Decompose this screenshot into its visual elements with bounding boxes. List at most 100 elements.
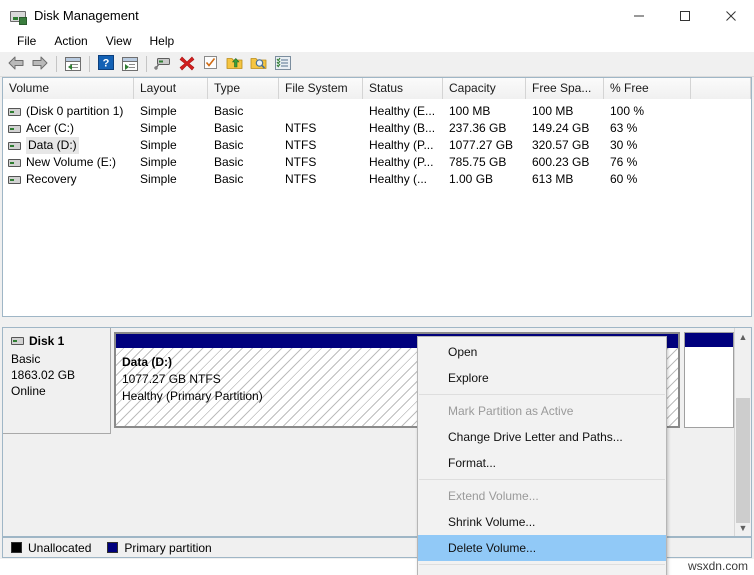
menu-item-file[interactable]: File <box>8 32 45 51</box>
volume-list-body: (Disk 0 partition 1) Simple Basic Health… <box>3 99 751 188</box>
forward-button[interactable] <box>28 53 51 75</box>
cell-percent-free: 63 % <box>604 120 691 137</box>
cell-free-space: 100 MB <box>526 103 604 120</box>
menu-item-help[interactable]: Help <box>141 32 184 51</box>
cell-file-system: NTFS <box>279 120 363 137</box>
column-header-free-space[interactable]: Free Spa... <box>526 78 604 99</box>
minimize-icon <box>633 10 645 22</box>
properties-button[interactable] <box>199 53 222 75</box>
close-icon <box>725 10 737 22</box>
cell-status: Healthy (B... <box>363 120 443 137</box>
menu-item-view[interactable]: View <box>97 32 141 51</box>
scrollbar-thumb[interactable] <box>736 398 750 523</box>
column-header-blank[interactable] <box>691 78 751 99</box>
context-menu-item-shrink-volume[interactable]: Shrink Volume... <box>418 509 666 535</box>
menu-item-action[interactable]: Action <box>45 32 96 51</box>
scroll-up-icon[interactable]: ▲ <box>735 328 751 345</box>
menu-bar: File Action View Help <box>0 31 754 52</box>
cell-capacity: 1077.27 GB <box>443 137 526 154</box>
toolbar-separator-2 <box>89 56 90 72</box>
context-menu-item-properties[interactable]: Properties <box>418 568 666 575</box>
column-header-capacity[interactable]: Capacity <box>443 78 526 99</box>
table-row[interactable]: Recovery Simple Basic NTFS Healthy (... … <box>3 171 751 188</box>
pane-splitter[interactable] <box>2 320 752 326</box>
delete-button[interactable] <box>175 53 198 75</box>
context-menu: Open Explore Mark Partition as Active Ch… <box>417 336 667 575</box>
delete-icon <box>179 55 195 74</box>
cell-free-space: 320.57 GB <box>526 137 604 154</box>
cell-layout: Simple <box>134 137 208 154</box>
legend-label-unallocated: Unallocated <box>28 541 91 555</box>
cell-type: Basic <box>208 137 279 154</box>
cell-status: Healthy (E... <box>363 103 443 120</box>
column-header-percent-free[interactable]: % Free <box>604 78 691 99</box>
column-header-type[interactable]: Type <box>208 78 279 99</box>
svg-text:?: ? <box>102 58 109 70</box>
table-row[interactable]: Acer (C:) Simple Basic NTFS Healthy (B..… <box>3 120 751 137</box>
back-button[interactable] <box>4 53 27 75</box>
maximize-button[interactable] <box>662 1 708 31</box>
context-menu-separator-3 <box>419 564 665 565</box>
cell-layout: Simple <box>134 171 208 188</box>
context-menu-item-explore[interactable]: Explore <box>418 365 666 391</box>
disk-management-window: Disk Management File Action View Help <box>0 0 754 575</box>
column-header-layout[interactable]: Layout <box>134 78 208 99</box>
cell-volume: Recovery <box>3 171 134 188</box>
context-menu-item-format[interactable]: Format... <box>418 450 666 476</box>
rescan-disks-button[interactable] <box>151 53 174 75</box>
cell-file-system: NTFS <box>279 137 363 154</box>
title-bar: Disk Management <box>0 0 754 31</box>
volume-icon <box>8 125 21 133</box>
cell-type: Basic <box>208 171 279 188</box>
details-button[interactable] <box>271 53 294 75</box>
cell-volume: Data (D:) <box>3 137 134 154</box>
disk-info-panel[interactable]: Disk 1 Basic 1863.02 GB Online <box>3 328 111 434</box>
cell-file-system: NTFS <box>279 171 363 188</box>
column-header-status[interactable]: Status <box>363 78 443 99</box>
disk-icon <box>11 337 24 345</box>
toolbar: ? <box>0 52 754 77</box>
export-list-icon <box>226 55 243 73</box>
minimize-button[interactable] <box>616 1 662 31</box>
close-button[interactable] <box>708 1 754 31</box>
context-menu-item-delete-volume[interactable]: Delete Volume... <box>418 535 666 561</box>
cell-capacity: 100 MB <box>443 103 526 120</box>
show-hide-action-pane-button[interactable] <box>118 53 141 75</box>
table-row[interactable]: New Volume (E:) Simple Basic NTFS Health… <box>3 154 751 171</box>
context-menu-item-extend-volume: Extend Volume... <box>418 483 666 509</box>
volume-icon <box>8 159 21 167</box>
table-row[interactable]: (Disk 0 partition 1) Simple Basic Health… <box>3 103 751 120</box>
graphical-view-scrollbar[interactable]: ▲ ▼ <box>734 328 751 536</box>
cell-status: Healthy (... <box>363 171 443 188</box>
show-hide-console-tree-button[interactable] <box>61 53 84 75</box>
scroll-down-icon[interactable]: ▼ <box>735 519 751 536</box>
maximize-icon <box>679 10 691 22</box>
column-header-volume[interactable]: Volume <box>3 78 134 99</box>
context-menu-item-open[interactable]: Open <box>418 339 666 365</box>
cell-type: Basic <box>208 154 279 171</box>
disk-status: Online <box>11 383 110 399</box>
partition-secondary[interactable] <box>684 332 734 428</box>
cell-percent-free: 60 % <box>604 171 691 188</box>
volume-list: Volume Layout Type File System Status Ca… <box>2 77 752 317</box>
properties-icon <box>203 55 218 73</box>
search-icon <box>250 55 267 73</box>
details-icon <box>275 56 291 73</box>
cell-free-space: 613 MB <box>526 171 604 188</box>
search-button[interactable] <box>247 53 270 75</box>
column-header-file-system[interactable]: File System <box>279 78 363 99</box>
show-hide-action-pane-icon <box>122 57 138 71</box>
help-button[interactable]: ? <box>94 53 117 75</box>
legend-swatch-unallocated <box>11 542 22 553</box>
export-list-button[interactable] <box>223 53 246 75</box>
context-menu-item-change-drive-letter[interactable]: Change Drive Letter and Paths... <box>418 424 666 450</box>
cell-status: Healthy (P... <box>363 154 443 171</box>
table-row[interactable]: Data (D:) Simple Basic NTFS Healthy (P..… <box>3 137 751 154</box>
cell-free-space: 149.24 GB <box>526 120 604 137</box>
cell-layout: Simple <box>134 120 208 137</box>
help-icon: ? <box>98 55 114 73</box>
cell-layout: Simple <box>134 154 208 171</box>
show-hide-console-tree-icon <box>65 57 81 71</box>
watermark: wsxdn.com <box>688 559 748 573</box>
disk-name: Disk 1 <box>29 334 64 348</box>
